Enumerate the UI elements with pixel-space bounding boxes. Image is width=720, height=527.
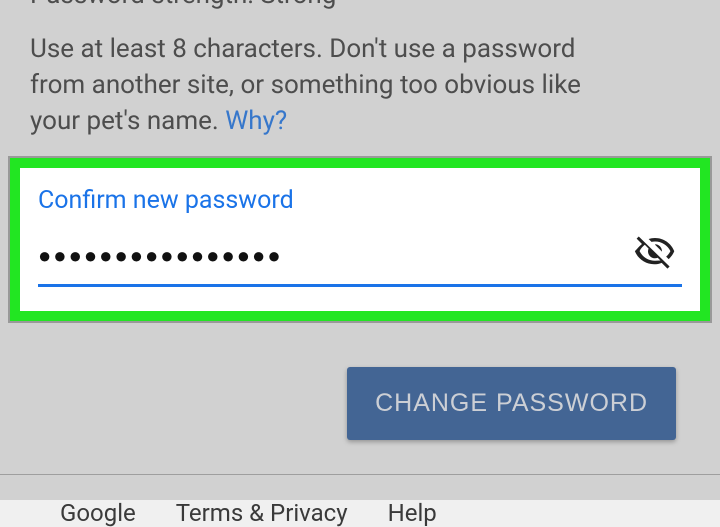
confirm-password-input-row: ●●●●●●●●●●●●●●●●	[38, 237, 682, 287]
footer-link-help[interactable]: Help	[388, 499, 437, 527]
footer-link-google[interactable]: Google	[60, 499, 136, 527]
helper-line-2: from another site, or something too obvi…	[30, 70, 581, 100]
change-password-button[interactable]: CHANGE PASSWORD	[347, 367, 676, 440]
confirm-password-label: Confirm new password	[38, 186, 682, 215]
why-link[interactable]: Why?	[225, 106, 287, 136]
confirm-password-field-container: Confirm new password ●●●●●●●●●●●●●●●●	[10, 158, 710, 321]
password-strength-text: Password strength: Strong	[30, 0, 690, 10]
toggle-password-visibility-button[interactable]	[634, 231, 682, 276]
confirm-password-input[interactable]: ●●●●●●●●●●●●●●●●	[38, 243, 634, 269]
password-helper-text: Use at least 8 characters. Don't use a p…	[30, 32, 690, 140]
helper-line-1: Use at least 8 characters. Don't use a p…	[30, 34, 575, 64]
eye-off-icon	[634, 231, 676, 273]
footer-link-terms[interactable]: Terms & Privacy	[176, 499, 348, 527]
helper-line-3: your pet's name.	[30, 106, 225, 136]
footer-links: Google Terms & Privacy Help	[0, 475, 720, 527]
